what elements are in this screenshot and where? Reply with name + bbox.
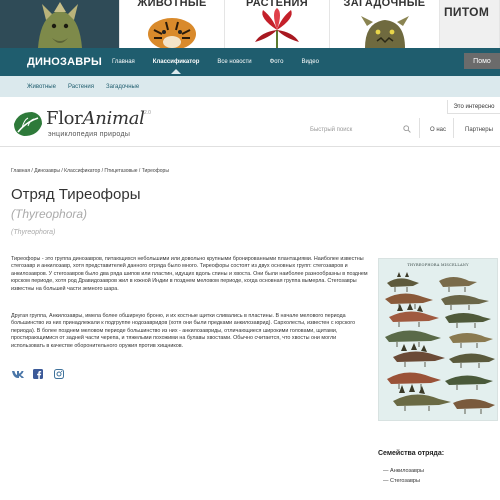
banner-tile-animals[interactable]: животные xyxy=(120,0,225,48)
logo-version: 2.0 xyxy=(144,110,151,116)
subnav-item-plants[interactable]: Растения xyxy=(68,84,94,90)
banner-tile-mysterious[interactable]: загадочные xyxy=(330,0,440,48)
tiger-head-icon xyxy=(148,18,196,48)
nav-item-all-news[interactable]: Все новости xyxy=(217,50,251,74)
banner-tile-pets[interactable]: питом xyxy=(440,0,500,48)
header-divider xyxy=(453,118,454,138)
logo-text-animal: Animal xyxy=(82,108,145,129)
interesting-tab[interactable]: Это интересно xyxy=(447,100,500,114)
site-header: FlorAnimal энциклопедия природы 2.0 xyxy=(0,97,500,147)
vk-icon[interactable] xyxy=(12,369,24,379)
logo-text: FlorAnimal xyxy=(46,108,145,129)
nav-item-home[interactable]: Главная xyxy=(112,50,135,74)
header-divider xyxy=(419,118,420,138)
nav-brand[interactable]: ДИНОЗАВРЫ xyxy=(27,56,102,68)
red-flower-icon xyxy=(255,8,299,48)
page-title: Отряд Тиреофоры xyxy=(11,186,141,203)
instagram-icon[interactable] xyxy=(54,369,64,379)
search-placeholder: Быстрый поиск xyxy=(310,127,353,133)
banner-tile-dinosaurs[interactable] xyxy=(0,0,120,48)
nav-item-photo[interactable]: Фото xyxy=(270,50,284,74)
article-paragraph: Тиреофоры - это группа динозавров, питаю… xyxy=(11,256,368,292)
banner-tile-plants[interactable]: растения xyxy=(225,0,330,48)
facebook-icon[interactable] xyxy=(33,369,43,379)
breadcrumb: Главная / Динозавры / Классификатор / Пт… xyxy=(11,168,169,174)
nav-item-classifier[interactable]: Классификатор xyxy=(153,50,200,74)
page: животные растения загадочные xyxy=(0,0,500,500)
dinosaur-head-icon xyxy=(37,2,82,48)
nav-item-video[interactable]: Видео xyxy=(301,50,319,74)
category-banner: животные растения загадочные xyxy=(0,0,500,48)
logo-text-flor: Flor xyxy=(46,108,83,129)
sub-nav: Животные Растения Загадочные xyxy=(0,76,500,97)
partners-link[interactable]: Партнеры xyxy=(465,127,493,133)
leaf-logo-icon xyxy=(14,112,42,136)
breadcrumb-item-dinosaurs[interactable]: Динозавры xyxy=(34,168,60,174)
logo-subtitle: энциклопедия природы xyxy=(48,131,131,138)
main-nav: ДИНОЗАВРЫ Главная Классификатор Все ново… xyxy=(0,48,500,76)
latin-name-small: (Thyreophora) xyxy=(11,229,56,236)
search-icon[interactable] xyxy=(403,125,411,133)
about-link[interactable]: О нас xyxy=(430,127,446,133)
help-button[interactable]: Помо xyxy=(464,53,500,69)
subnav-item-animals[interactable]: Животные xyxy=(27,84,56,90)
site-logo[interactable]: FlorAnimal энциклопедия природы 2.0 xyxy=(12,106,151,140)
breadcrumb-item-home[interactable]: Главная xyxy=(11,168,30,174)
gargoyle-head-icon xyxy=(360,16,409,48)
banner-label: питом xyxy=(444,5,490,19)
family-item-ankylosaurs[interactable]: — Анкилозавры xyxy=(383,468,424,474)
breadcrumb-item-classifier[interactable]: Классификатор xyxy=(64,168,100,174)
breadcrumb-item-thyreophora[interactable]: Тиреофоры xyxy=(142,168,169,174)
subnav-item-mysterious[interactable]: Загадочные xyxy=(106,84,139,90)
breadcrumb-item-ornithischians[interactable]: Птицетазовые xyxy=(104,168,137,174)
thyreophora-illustration[interactable]: THYREOPHORA MISCELLANY xyxy=(378,258,498,421)
dinosaur-illustrations xyxy=(385,272,495,414)
family-item-stegosaurs[interactable]: — Стегозавры xyxy=(383,478,420,484)
families-title: Семейства отряда: xyxy=(378,450,445,457)
latin-name: (Thyreophora) xyxy=(11,207,88,221)
article-paragraph: Другая группа, Анкилозавры, имела более … xyxy=(11,313,356,349)
